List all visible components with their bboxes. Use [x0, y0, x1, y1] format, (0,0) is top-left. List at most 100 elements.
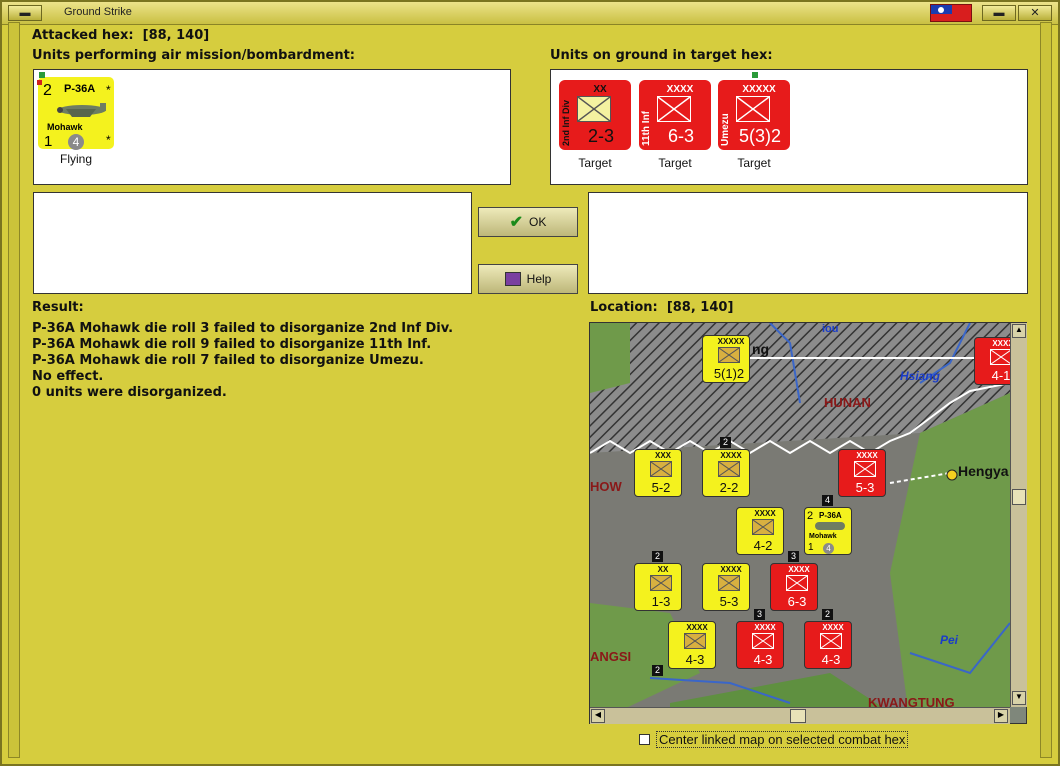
map-unit-counter[interactable]: XXXX 4-3: [736, 621, 784, 669]
stack-count-badge: 2: [720, 437, 731, 448]
map-horizontal-scroll-thumb[interactable]: [790, 709, 806, 723]
map-vertical-scroll-thumb[interactable]: [1012, 489, 1026, 505]
map-vertical-scrollbar[interactable]: ▲ ▼: [1010, 323, 1027, 707]
map-horizontal-scrollbar[interactable]: ◀ ▶: [590, 707, 1010, 724]
ground-units-heading: Units on ground in target hex:: [550, 48, 773, 63]
infantry-symbol-icon: [786, 575, 808, 591]
map-unit-size: XXX: [654, 451, 671, 460]
center-map-label[interactable]: Center linked map on selected combat hex: [656, 731, 909, 748]
result-line: P-36A Mohawk die roll 3 failed to disorg…: [32, 321, 454, 336]
map-unit-strength: 4-2: [753, 538, 773, 553]
map-label: ng: [752, 341, 770, 357]
result-line: P-36A Mohawk die roll 7 failed to disorg…: [32, 353, 424, 368]
ok-button[interactable]: ✔ OK: [478, 207, 578, 237]
infantry-symbol-icon: [577, 96, 611, 122]
map-unit-strength: 4-3: [821, 652, 841, 667]
ground-unit-status: Target: [658, 156, 692, 170]
map-unit-size: XXXX: [754, 509, 776, 518]
ground-units-panel: 2nd Inf Div XX 2-3 Target 11th Inf XXXX …: [550, 69, 1028, 185]
air-units-heading: Units performing air mission/bombardment…: [32, 48, 356, 63]
minimize-button[interactable]: ▬: [982, 5, 1016, 21]
left-scroll-frame: [8, 22, 20, 758]
map-label: HUNAN: [824, 395, 871, 410]
infantry-symbol-icon: [854, 461, 876, 477]
infantry-symbol-icon: [736, 96, 770, 122]
system-menu-button[interactable]: ▬: [8, 5, 42, 21]
infantry-symbol-icon: [752, 519, 774, 535]
attacked-hex-value: [88, 140]: [142, 28, 210, 43]
map-unit-strength: 5-2: [651, 480, 671, 495]
fighter-plane-icon: [815, 522, 845, 530]
air-unit-status: Flying: [59, 152, 92, 166]
map-air-unit-counter[interactable]: 2 P-36A Mohawk 1 4: [804, 507, 852, 555]
map-unit-counter[interactable]: XXX 5-2: [634, 449, 682, 497]
ground-unit-counter[interactable]: Umezu XXXXX 5(3)2 Target: [718, 72, 790, 170]
map-unit-counter[interactable]: XXXX 4-2: [736, 507, 784, 555]
map-unit-size: XXXX: [754, 623, 776, 632]
attacked-hex-label: Attacked hex: [88, 140]: [32, 28, 210, 43]
map-unit-strength: 5-3: [855, 480, 875, 495]
map-label: iou: [822, 323, 839, 335]
infantry-symbol-icon: [718, 347, 740, 363]
infantry-symbol-icon: [990, 349, 1012, 365]
infantry-symbol-icon: [718, 461, 740, 477]
map-label: HOW: [590, 479, 622, 494]
air-name: P-36A: [819, 511, 842, 520]
map-unit-strength: 5(1)2: [713, 366, 745, 381]
map-unit-size: XXXX: [720, 565, 742, 574]
result-line: P-36A Mohawk die roll 9 failed to disorg…: [32, 337, 432, 352]
air-units-panel: 2 P-36A * Mohawk 1 4 * Flying: [33, 69, 511, 185]
air-unit-counter[interactable]: 2 P-36A * Mohawk 1 4 * Flying: [37, 72, 114, 166]
ground-unit-counter[interactable]: 2nd Inf Div XX 2-3 Target: [559, 80, 631, 170]
infantry-symbol-icon: [657, 96, 691, 122]
map-unit-size: XXXX: [856, 451, 878, 460]
map-unit-counter[interactable]: XXXXX 5(1)2: [702, 335, 750, 383]
infantry-symbol-icon: [650, 461, 672, 477]
map-unit-size: XXXX: [720, 451, 742, 460]
map-unit-size: XXXXX: [717, 337, 745, 346]
result-line: No effect.: [32, 369, 104, 384]
fighter-plane-icon: [57, 103, 106, 117]
result-line: 0 units were disorganized.: [32, 385, 227, 400]
map-unit-size: XX: [657, 565, 669, 574]
ground-unit-status: Target: [578, 156, 612, 170]
map-unit-strength: 2-2: [719, 480, 739, 495]
result-text: P-36A Mohawk die roll 3 failed to disorg…: [32, 321, 453, 401]
location-value: [88, 140]: [666, 300, 734, 315]
map-unit-size: XXXX: [788, 565, 810, 574]
ground-unit-detail-panel: [588, 192, 1028, 294]
help-button[interactable]: Help: [478, 264, 578, 294]
air-bl: 1: [808, 542, 814, 553]
infantry-symbol-icon: [820, 633, 842, 649]
map-unit-counter[interactable]: XXXX 5-3: [702, 563, 750, 611]
map-unit-size: XXXX: [686, 623, 708, 632]
linked-map[interactable]: HUNAN HOW ANGSI KWANGTUNG Hengya Hsiang …: [589, 322, 1027, 724]
map-unit-strength: 6-3: [787, 594, 807, 609]
ground-unit-counter[interactable]: 11th Inf XXXX 6-3 Target: [639, 80, 711, 170]
map-unit-counter[interactable]: XXXX 5-3: [838, 449, 886, 497]
infantry-symbol-icon: [650, 575, 672, 591]
map-unit-strength: 4-3: [753, 652, 773, 667]
right-scroll-frame: [1040, 22, 1052, 758]
map-label: Hsiang: [900, 369, 941, 383]
location-label: Location: [88, 140]: [590, 300, 734, 315]
map-unit-counter[interactable]: XXXX 4-3: [804, 621, 852, 669]
map-unit-counter[interactable]: XXXX 2-2: [702, 449, 750, 497]
stack-count-badge: 3: [788, 551, 799, 562]
window-title: Ground Strike: [64, 6, 132, 18]
infantry-symbol-icon: [718, 575, 740, 591]
map-unit-counter[interactable]: XXXX 4-3: [668, 621, 716, 669]
ground-unit-status: Target: [737, 156, 771, 170]
stack-count-badge: 2: [652, 665, 663, 676]
map-unit-strength: 1-3: [651, 594, 671, 609]
map-unit-counter[interactable]: XXXX 6-3: [770, 563, 818, 611]
checkmark-icon: ✔: [509, 214, 524, 231]
map-unit-size: XXXX: [822, 623, 844, 632]
stack-count-badge: 4: [822, 495, 833, 506]
center-map-checkbox[interactable]: [639, 734, 650, 745]
map-label: Hengya: [958, 463, 1009, 479]
stack-count-badge: 2: [822, 609, 833, 620]
map-unit-counter[interactable]: XX 1-3: [634, 563, 682, 611]
close-button[interactable]: ✕: [1018, 5, 1052, 21]
nationality-flag-icon: [930, 4, 972, 22]
